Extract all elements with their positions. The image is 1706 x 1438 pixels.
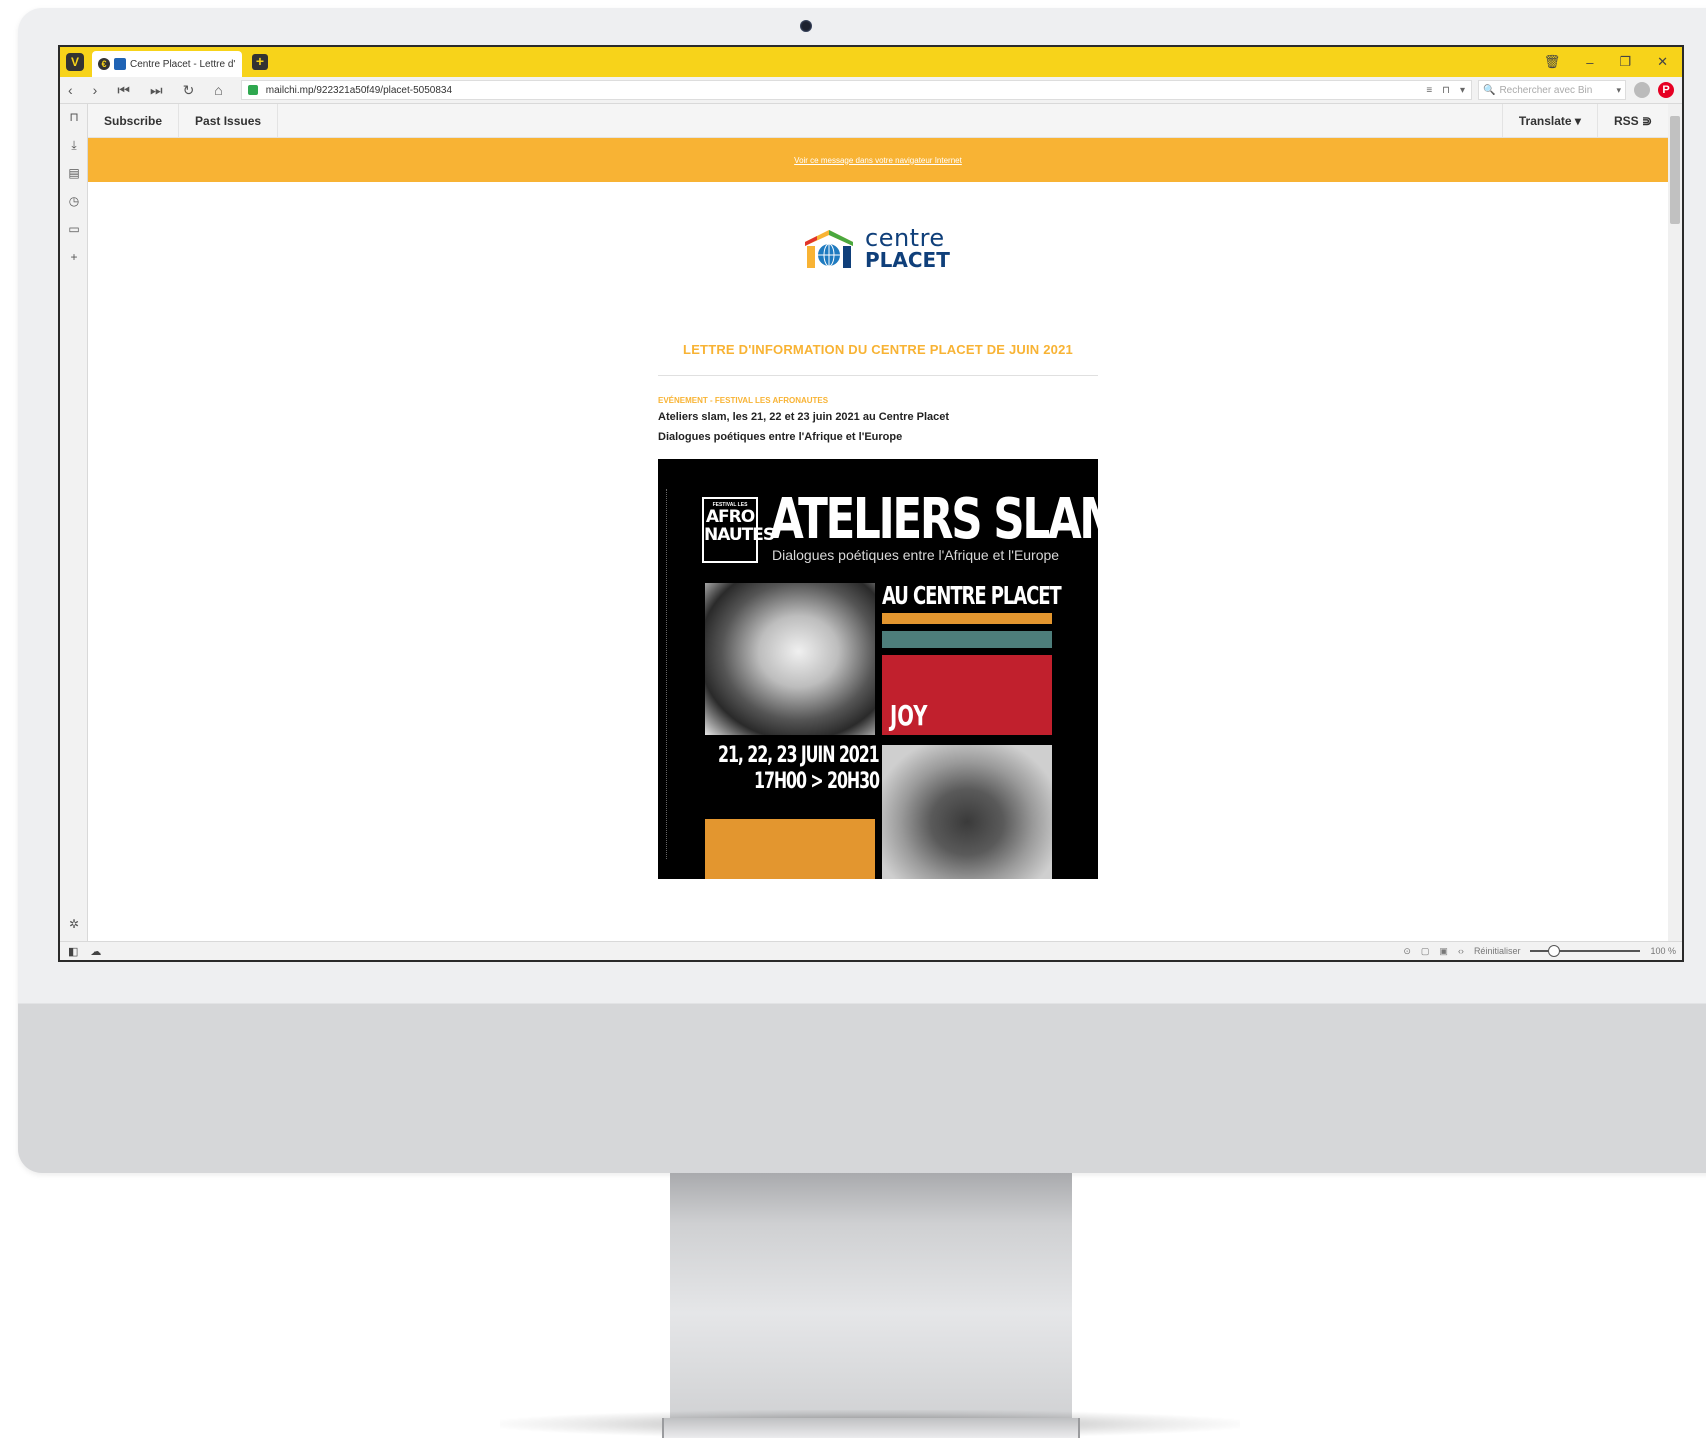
- bookmarks-icon[interactable]: ⊓: [67, 110, 81, 124]
- window-controls: 🗑 – ❐ ✕: [1544, 54, 1668, 70]
- zoom-reset-label[interactable]: Réinitialiser: [1474, 946, 1521, 956]
- poster-time: 17H00 > 20H30: [754, 769, 880, 794]
- back-icon[interactable]: ‹: [68, 82, 73, 98]
- poster-venue: AU CENTRE PLACET: [882, 581, 1062, 610]
- event-kicker: EVÉNEMENT - FESTIVAL LES AFRONAUTES: [658, 396, 829, 405]
- bookmark-icon[interactable]: ⊓: [1442, 85, 1450, 96]
- centre-placet-logo: centre PLACET: [803, 224, 953, 272]
- sync-cloud-icon[interactable]: ☁: [90, 945, 101, 958]
- history-icon[interactable]: ◷: [67, 194, 81, 208]
- poster-teal-bar: [882, 631, 1052, 648]
- newsletter-title: LETTRE D'INFORMATION DU CENTRE PLACET DE…: [683, 342, 1073, 357]
- vivaldi-menu-icon[interactable]: V: [66, 53, 84, 71]
- subscribe-link[interactable]: Subscribe: [88, 104, 180, 137]
- lock-icon: [247, 85, 258, 95]
- poster-orange-bar: [882, 613, 1052, 624]
- translate-dropdown[interactable]: Translate ▾: [1501, 104, 1597, 137]
- poster-performer: JOY: [890, 699, 928, 732]
- status-right: ⊙ ▢ ▣ ‹› Réinitialiser 100 %: [1403, 945, 1682, 957]
- nav-buttons: ‹ › ⏮ ⏭ ↻ ⌂: [60, 82, 223, 99]
- scroll-thumb[interactable]: [1670, 116, 1680, 224]
- tab-bar: V € Centre Placet - Lettre d' + 🗑 – ❐ ✕: [60, 47, 1682, 77]
- poster-credits-strip: [666, 489, 670, 859]
- close-button[interactable]: ✕: [1657, 54, 1668, 70]
- page-scrollbar[interactable]: [1668, 104, 1682, 941]
- mailchimp-right-links: Translate ▾ RSS ⋑: [1501, 104, 1668, 137]
- restore-button[interactable]: ❐: [1619, 54, 1631, 70]
- divider: [658, 375, 1098, 376]
- poster-title: ATELIERS SLAM: [770, 487, 1098, 552]
- status-left: ◧ ☁: [60, 945, 101, 958]
- url-actions: ≡ ⊓ ▾: [1426, 85, 1465, 96]
- past-issues-link[interactable]: Past Issues: [179, 104, 279, 137]
- house-globe-icon: [805, 230, 853, 268]
- home-icon[interactable]: ⌂: [214, 82, 222, 98]
- preheader-banner: Voir ce message dans votre navigateur In…: [88, 138, 1668, 182]
- zoom-slider-knob[interactable]: [1548, 945, 1561, 957]
- rss-link[interactable]: RSS ⋑: [1596, 104, 1668, 137]
- monitor-chin: [18, 1003, 1706, 1173]
- side-panel: ⊓ ⤓ ▤ ◷ ▭ + ✲: [60, 104, 88, 941]
- search-dropdown-icon[interactable]: ▾: [1616, 85, 1621, 96]
- browser-window: V € Centre Placet - Lettre d' + 🗑 – ❐ ✕ …: [58, 45, 1684, 962]
- poster-dates: 21, 22, 23 JUIN 2021: [718, 743, 880, 768]
- settings-gear-icon[interactable]: ✲: [67, 917, 81, 931]
- monitor-stand: [670, 1173, 1072, 1428]
- poster-photo-smiling-woman: [882, 745, 1052, 879]
- capture-icon[interactable]: ⊙: [1403, 946, 1411, 957]
- chevron-down-icon[interactable]: ▾: [1460, 85, 1465, 96]
- event-subheadline: Dialogues poétiques entre l'Afrique et l…: [658, 431, 903, 443]
- url-text: mailchi.mp/922321a50f49/placet-5050834: [265, 84, 453, 96]
- logo-word-placet: PLACET: [865, 248, 950, 272]
- badge-line2: NAUTES: [704, 525, 775, 545]
- view-in-browser-link[interactable]: Voir ce message dans votre navigateur In…: [794, 156, 962, 165]
- minimize-button[interactable]: –: [1586, 55, 1593, 70]
- trash-icon[interactable]: 🗑: [1544, 54, 1561, 70]
- fast-forward-icon[interactable]: ⏭: [150, 82, 163, 99]
- poster-orange-block: [705, 819, 875, 879]
- poster-subtitle: Dialogues poétiques entre l'Afrique et l…: [772, 547, 1060, 563]
- add-panel-icon[interactable]: +: [67, 250, 81, 264]
- downloads-icon[interactable]: ⤓: [67, 138, 81, 152]
- stand-foot: [662, 1418, 1080, 1438]
- page-favicon-icon: [114, 58, 126, 70]
- event-poster-image[interactable]: FESTIVAL LES AFRO NAUTES ATELIERS SLAM D…: [658, 459, 1098, 879]
- forward-icon[interactable]: ›: [93, 82, 98, 98]
- window-panel-icon[interactable]: ▭: [67, 222, 81, 236]
- email-content: centre PLACET LETTRE D'INFORMATION DU CE…: [658, 224, 1098, 879]
- search-engine-icon[interactable]: 🔍: [1483, 85, 1495, 96]
- search-field[interactable]: 🔍 Rechercher avec Bin ▾: [1478, 80, 1626, 100]
- zoom-slider[interactable]: [1530, 945, 1641, 957]
- new-tab-button[interactable]: +: [252, 54, 268, 70]
- status-bar: ◧ ☁ ⊙ ▢ ▣ ‹› Réinitialiser 100 %: [60, 941, 1682, 960]
- rewind-icon[interactable]: ⏮: [117, 82, 130, 99]
- page-actions-icon[interactable]: ‹›: [1458, 946, 1464, 956]
- badge-line1: AFRO: [705, 507, 755, 527]
- reload-icon[interactable]: ↻: [183, 82, 195, 99]
- pinterest-icon[interactable]: P: [1658, 82, 1674, 98]
- tiling-icon[interactable]: ▢: [1421, 946, 1430, 957]
- url-field[interactable]: mailchi.mp/922321a50f49/placet-5050834 ≡…: [240, 80, 1472, 100]
- search-placeholder: Rechercher avec Bin: [1499, 84, 1593, 96]
- notes-icon[interactable]: ▤: [67, 166, 81, 180]
- afronautes-badge: FESTIVAL LES AFRO NAUTES: [702, 497, 775, 563]
- camera: [800, 20, 812, 32]
- address-bar: ‹ › ⏮ ⏭ ↻ ⌂ mailchi.mp/922321a50f49/plac…: [60, 77, 1682, 104]
- panel-toggle-icon[interactable]: ◧: [68, 945, 78, 958]
- page-viewport: Subscribe Past Issues Translate ▾ RSS ⋑ …: [88, 104, 1668, 941]
- profile-icon[interactable]: [1634, 82, 1650, 98]
- tab-title: Centre Placet - Lettre d': [130, 58, 236, 70]
- tab-active[interactable]: € Centre Placet - Lettre d': [92, 51, 242, 77]
- event-headline: Ateliers slam, les 21, 22 et 23 juin 202…: [658, 411, 950, 423]
- poster-photo-woman: [705, 583, 875, 735]
- reader-icon[interactable]: ≡: [1426, 85, 1432, 96]
- images-icon[interactable]: ▣: [1439, 946, 1448, 957]
- mailchimp-archive-bar: Subscribe Past Issues Translate ▾ RSS ⋑: [88, 104, 1668, 138]
- zoom-level: 100 %: [1650, 946, 1676, 956]
- vivaldi-favicon-icon: €: [98, 58, 110, 70]
